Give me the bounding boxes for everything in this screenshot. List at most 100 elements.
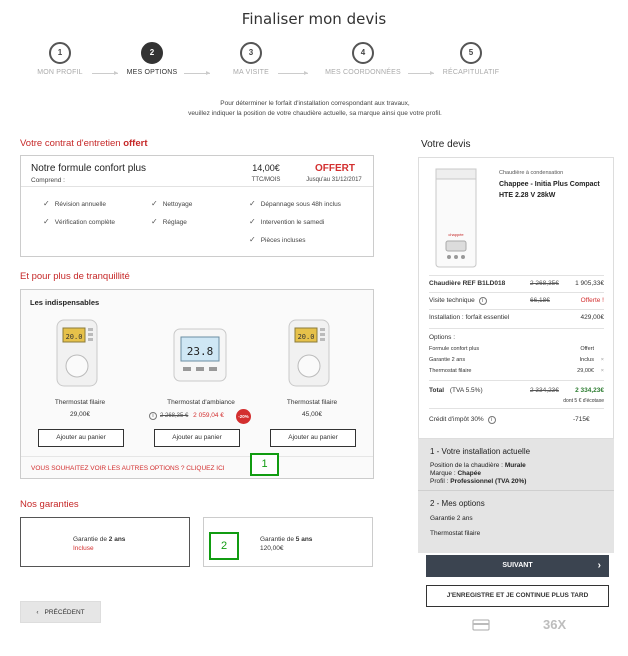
chevron-right-icon: › <box>597 560 601 571</box>
step-label: RÉCAPITULATIF <box>442 69 500 76</box>
remove-icon[interactable]: × <box>601 368 604 374</box>
formula-comprend: Comprend : <box>31 177 65 184</box>
annotation-marker-2: 2 <box>209 532 239 560</box>
step-number: 4 <box>352 42 374 64</box>
add-to-cart-button[interactable]: Ajouter au panier <box>154 429 240 447</box>
product-category: Chaudière à condensation <box>499 170 564 176</box>
product-card: Thermostat d'ambiance <box>152 399 250 406</box>
step-mes-coordonnees[interactable]: 4 MES COORDONNÉES <box>318 42 408 76</box>
contract-section-title: Votre contrat d'entretien offert <box>20 138 148 149</box>
step-label: MES COORDONNÉES <box>325 69 401 76</box>
contract-title-highlight: offert <box>123 138 148 149</box>
card-icon <box>472 619 490 631</box>
remove-icon[interactable]: × <box>601 357 604 363</box>
product-name: Thermostat d'ambiance <box>167 399 235 406</box>
intro-line-1: Pour déterminer le forfait d'installatio… <box>220 100 410 107</box>
contract-title-prefix: Votre contrat d'entretien <box>20 138 121 149</box>
check-icon: ✓ <box>249 199 256 208</box>
more-options-link[interactable]: VOUS SOUHAITEZ VOIR LES AUTRES OPTIONS ?… <box>31 465 225 472</box>
line-old-price: 66,18€ <box>530 297 550 304</box>
boiler-image: chappée <box>435 168 477 268</box>
product-card: Thermostat filaire 45,00€ <box>267 399 357 418</box>
offer-label: OFFERT <box>315 163 355 174</box>
options-title: 2 - Mes options <box>430 499 485 508</box>
check-icon: ✓ <box>249 217 256 226</box>
summary-option: Garantie 2 ans <box>430 515 473 522</box>
quote-line-visit: Visite technique i 66,18€ Offerte ! <box>429 297 604 305</box>
discount-badge: -20% <box>236 409 251 424</box>
step-recapitulatif[interactable]: 5 RÉCAPITULATIF <box>426 42 516 76</box>
installation-title: 1 - Votre installation actuelle <box>430 447 531 456</box>
intro-text: Pour déterminer le forfait d'installatio… <box>100 99 530 119</box>
product-price-row: i2 268,35 € 2 059,04 € <box>149 412 224 420</box>
formula-price-unit: TTC/MOIS <box>251 177 281 183</box>
svg-text:chappée: chappée <box>448 232 464 237</box>
extras-subtitle: Les indispensables <box>30 298 100 307</box>
product-name: Thermostat filaire <box>54 399 106 406</box>
options-label: Options : <box>429 334 456 341</box>
product-card: Thermostat filaire 29,00€ <box>35 399 125 418</box>
step-ma-visite[interactable]: 3 MA VISITE <box>206 42 296 76</box>
check-icon: ✓ <box>151 217 158 226</box>
step-mon-profil[interactable]: 1 MON PROFIL <box>15 42 105 76</box>
add-to-cart-button[interactable]: Ajouter au panier <box>38 429 124 447</box>
feature-item: ✓ Révision annuelle <box>43 199 107 208</box>
offer-until: Jusqu'au 31/12/2017 <box>306 177 362 183</box>
check-icon: ✓ <box>151 199 158 208</box>
check-icon: ✓ <box>43 217 50 226</box>
product-name-line-1: Chappee - Initia Plus Compact <box>499 181 600 188</box>
divider <box>429 292 604 293</box>
save-continue-later-button[interactable]: J'ENREGISTRE ET JE CONTINUE PLUS TARD <box>426 585 609 607</box>
product-name: Thermostat filaire <box>286 399 338 406</box>
guarantee-option-2-years[interactable]: Garantie de 2 ans Incluse <box>20 517 190 567</box>
svg-text:20.0: 20.0 <box>298 333 315 341</box>
payment-3x-logo: 36X <box>543 617 567 632</box>
add-to-cart-button[interactable]: Ajouter au panier <box>270 429 356 447</box>
check-icon: ✓ <box>43 199 50 208</box>
total-value: 2 334,23€ <box>575 387 604 394</box>
feature-item: ✓ Réglage <box>151 217 187 226</box>
next-button[interactable]: SUIVANT › <box>426 555 609 577</box>
divider <box>21 456 373 457</box>
quote-option: Thermostat filaire 29,00€ × <box>429 368 604 374</box>
info-icon[interactable]: i <box>487 416 496 424</box>
feature-item: ✓ Vérification complète <box>43 217 116 226</box>
installation-details: Position de la chaudière : Murale Marque… <box>430 462 527 485</box>
page-title: Finaliser mon devis <box>241 10 387 28</box>
back-button[interactable]: ‹ PRÉCÉDENT <box>20 601 101 623</box>
total-old-price: 2 334,23€ <box>530 387 559 394</box>
divider <box>429 380 604 381</box>
thermostat-filaire-image: 20.0 <box>288 319 330 387</box>
step-number: 2 <box>141 42 163 64</box>
credit-label: Crédit d'impôt 30% <box>429 416 484 423</box>
line-value: 1 905,33€ <box>575 280 604 287</box>
divider <box>418 490 614 491</box>
divider <box>21 186 373 187</box>
feature-item: ✓ Nettoyage <box>151 199 193 208</box>
line-value: Offerte ! <box>580 297 604 304</box>
annotation-marker-1: 1 <box>250 453 279 476</box>
contract-card: Notre formule confort plus Comprend : 14… <box>20 155 374 257</box>
feature-item: ✓ Pièces incluses <box>249 235 306 244</box>
quote-option: Formule confort plus Offert <box>429 346 594 352</box>
quote-line-installation: Installation : forfait essentiel 429,00€ <box>429 314 604 321</box>
divider <box>429 275 604 276</box>
info-icon[interactable]: i <box>149 412 157 420</box>
line-value: 429,00€ <box>580 314 605 321</box>
step-mes-options[interactable]: 2 MES OPTIONS <box>107 42 197 76</box>
credit-value: -715€ <box>573 416 590 423</box>
feature-item: ✓ Dépannage sous 48h inclus <box>249 199 341 208</box>
extras-section-title: Et pour plus de tranquillité <box>20 271 130 282</box>
guarantee-detail: Incluse <box>73 545 94 552</box>
divider <box>429 328 604 329</box>
product-price: 45,00€ <box>302 411 322 418</box>
feature-item: ✓ Intervention le samedi <box>249 217 325 226</box>
guarantee-label: Garantie de 5 ans <box>260 536 313 543</box>
step-number: 1 <box>49 42 71 64</box>
thermostat-ambiance-image: 23.8 <box>173 328 227 382</box>
guarantee-detail: 120,00€ <box>260 545 284 552</box>
line-label: Visite technique <box>429 297 475 304</box>
divider <box>429 309 604 310</box>
svg-text:20.0: 20.0 <box>66 333 83 341</box>
info-icon[interactable]: i <box>478 297 487 305</box>
